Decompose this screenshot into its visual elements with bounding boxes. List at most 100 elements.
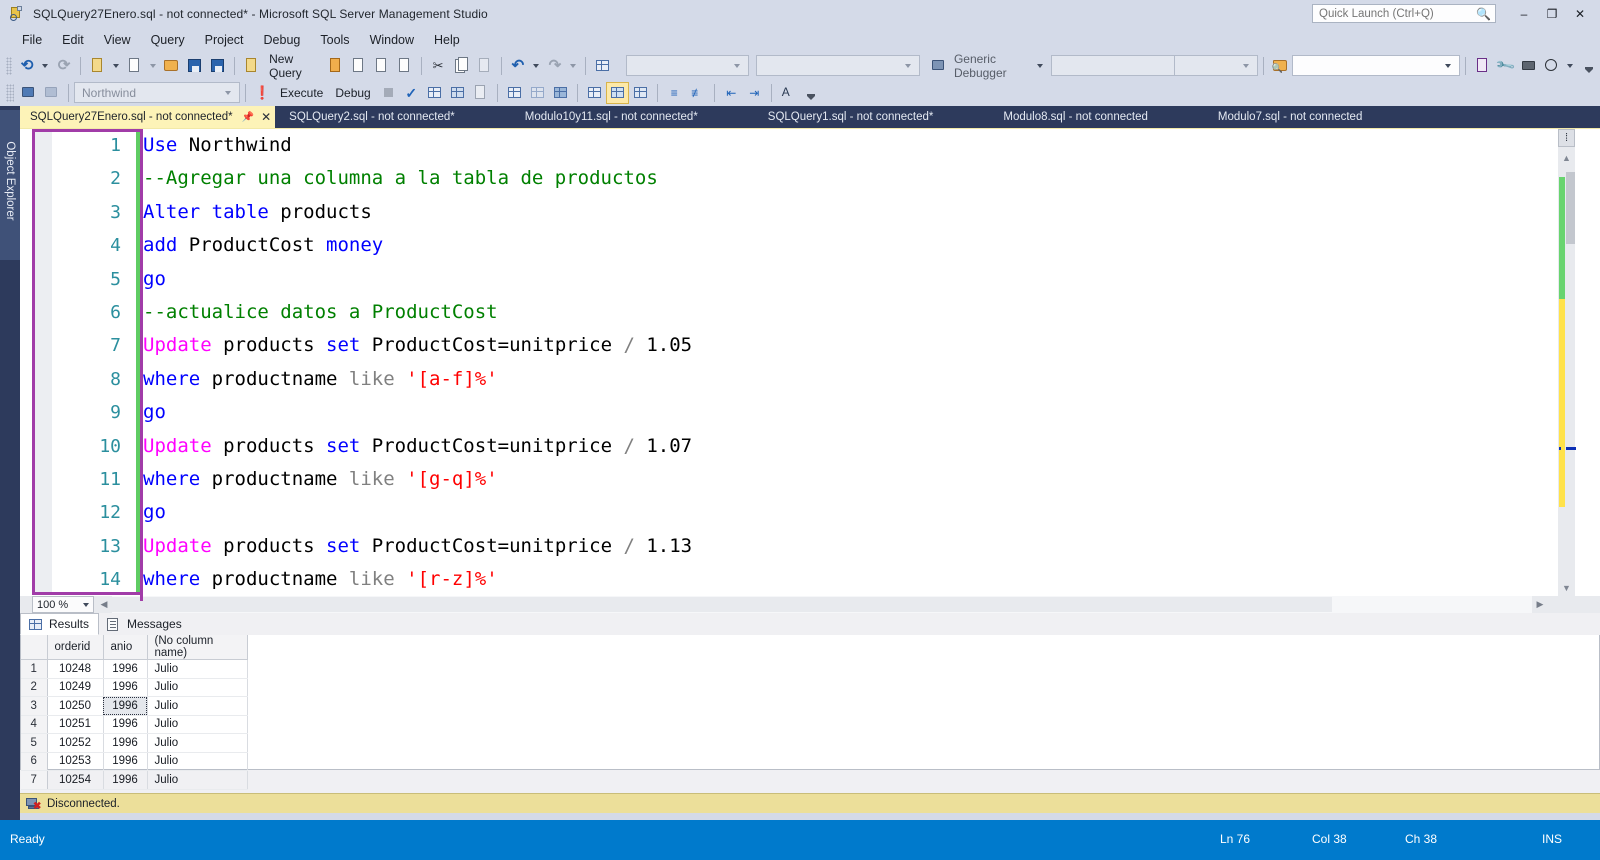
add-new-item-icon[interactable] — [123, 55, 146, 77]
cell-no-column-name[interactable]: Julio — [147, 715, 248, 734]
toolbar-grip[interactable] — [6, 83, 14, 102]
editor-line[interactable]: 7 Update products set ProductCost=unitpri… — [20, 329, 1533, 362]
row-number[interactable]: 3 — [21, 696, 48, 716]
navigate-back-dropdown-icon[interactable] — [42, 63, 49, 68]
editor-line[interactable]: 8 where productname like '[a-f]%' — [20, 363, 1533, 396]
open-file-icon[interactable] — [160, 55, 183, 77]
document-tab-sqlquery2[interactable]: SQLQuery2.sql - not connected* — [275, 106, 515, 128]
cell-anio[interactable]: 1996 — [103, 715, 148, 734]
toolbar-overflow-icon[interactable] — [800, 82, 823, 104]
results-to-window-icon[interactable] — [629, 82, 652, 104]
navigate-forward-icon[interactable]: ⟳ — [52, 55, 75, 77]
parse-check-icon[interactable]: ✓ — [400, 82, 423, 104]
row-number[interactable]: 7 — [21, 770, 48, 790]
debug-thread-combo[interactable] — [755, 55, 921, 76]
menu-tools[interactable]: Tools — [310, 31, 359, 49]
row-number[interactable]: 5 — [21, 733, 48, 753]
editor-line[interactable]: 4 add ProductCost money — [20, 229, 1533, 262]
cell-no-column-name[interactable]: Julio — [147, 770, 248, 790]
column-header[interactable]: orderid — [47, 635, 104, 660]
database-engine-query-icon[interactable] — [324, 55, 347, 77]
row-number[interactable]: 4 — [21, 715, 48, 734]
minimize-button[interactable]: – — [1510, 2, 1538, 26]
execute-button[interactable]: Execute — [274, 82, 329, 104]
cell-anio[interactable]: 1996 — [103, 659, 148, 679]
table-row[interactable]: 5 10252 1996 Julio — [21, 733, 248, 753]
undo-dropdown-icon[interactable] — [533, 63, 540, 68]
query-options-icon[interactable] — [446, 82, 469, 104]
results-to-grid-icon[interactable] — [549, 82, 572, 104]
new-project-icon[interactable] — [86, 55, 109, 77]
editor-line[interactable]: 9 go — [20, 396, 1533, 429]
toolbar-overflow-icon[interactable] — [1577, 55, 1600, 77]
excel-query-icon[interactable] — [1471, 55, 1494, 77]
cell-orderid[interactable]: 10254 — [47, 770, 104, 790]
save-all-icon[interactable] — [206, 55, 229, 77]
table-row[interactable]: 6 10253 1996 Julio — [21, 752, 248, 771]
menu-window[interactable]: Window — [360, 31, 424, 49]
editor-line[interactable]: 3 Alter table products — [20, 196, 1533, 229]
decrease-indent-icon[interactable]: ⇤ — [720, 82, 743, 104]
new-query-button[interactable]: New Query — [263, 52, 324, 80]
editor-line[interactable]: 13 Update products set ProductCost=unitpr… — [20, 530, 1533, 563]
cell-anio[interactable]: 1996 — [103, 696, 148, 716]
include-actual-execution-plan-icon[interactable] — [469, 82, 492, 104]
menu-file[interactable]: File — [12, 31, 52, 49]
editor-line[interactable]: 11 where productname like '[g-q]%' — [20, 463, 1533, 496]
table-row[interactable]: 1 10248 1996 Julio — [21, 659, 248, 679]
debug-button[interactable]: Debug — [329, 82, 376, 104]
cell-no-column-name[interactable]: Julio — [147, 678, 248, 697]
sidebar-item-object-explorer[interactable]: Object Explorer — [0, 110, 20, 260]
toolbar-grip[interactable] — [6, 56, 13, 75]
include-client-statistics-icon[interactable] — [503, 82, 526, 104]
table-row[interactable]: 4 10251 1996 Julio — [21, 715, 248, 734]
cell-orderid[interactable]: 10248 — [47, 659, 104, 679]
debugger-dropdown-icon[interactable] — [1037, 63, 1044, 68]
results-to-grid-active-icon[interactable] — [605, 81, 629, 104]
web-browser-icon[interactable] — [1540, 55, 1563, 77]
find-in-files-icon[interactable]: 🔍 — [1269, 55, 1292, 77]
editor-line[interactable]: 14 where productname like '[r-z]%' — [20, 563, 1533, 595]
menu-project[interactable]: Project — [195, 31, 254, 49]
quick-launch-box[interactable]: 🔍 — [1312, 4, 1496, 23]
cell-no-column-name[interactable]: Julio — [147, 752, 248, 771]
row-number[interactable]: 2 — [21, 678, 48, 697]
cell-orderid[interactable]: 10253 — [47, 752, 104, 771]
editor-code-area[interactable]: 1 Use Northwind 2 --Agregar una columna a l… — [20, 129, 1533, 595]
cell-anio[interactable]: 1996 — [103, 678, 148, 697]
results-grid[interactable]: orderid anio (No column name) 1 10248 1996 Jul… — [20, 635, 1600, 790]
connect-icon[interactable] — [17, 82, 40, 104]
editor-line[interactable]: 10 Update products set ProductCost=unitpr… — [20, 430, 1533, 463]
quick-launch-input[interactable] — [1319, 7, 1477, 20]
editor-line[interactable]: 12 go — [20, 496, 1533, 529]
cell-orderid[interactable]: 10250 — [47, 696, 104, 716]
document-tab-modulo7[interactable]: Modulo7.sql - not connected — [1208, 106, 1372, 128]
wrench-options-icon[interactable]: 🔧 — [1494, 55, 1517, 77]
cell-no-column-name[interactable]: Julio — [147, 659, 248, 679]
column-header[interactable] — [21, 635, 48, 660]
menu-view[interactable]: View — [94, 31, 141, 49]
tab-results[interactable]: Results — [20, 613, 100, 635]
display-estimated-execution-plan-icon[interactable] — [423, 82, 446, 104]
cell-orderid[interactable]: 10252 — [47, 733, 104, 753]
menu-query[interactable]: Query — [141, 31, 195, 49]
xmla-query-icon[interactable] — [393, 55, 416, 77]
cell-no-column-name[interactable]: Julio — [147, 733, 248, 753]
close-icon[interactable]: ✕ — [261, 110, 271, 124]
row-number[interactable]: 1 — [21, 659, 48, 679]
sql-editor[interactable]: 1 Use Northwind 2 --Agregar una columna a l… — [20, 128, 1600, 601]
debug-process-combo[interactable] — [625, 55, 750, 76]
table-row[interactable]: 2 10249 1996 Julio — [21, 678, 248, 697]
pin-icon[interactable]: 📌 — [242, 112, 254, 123]
cell-anio[interactable]: 1996 — [103, 770, 148, 790]
cut-icon[interactable]: ✂ — [427, 55, 450, 77]
row-number[interactable]: 6 — [21, 752, 48, 771]
stop-icon[interactable] — [377, 82, 400, 104]
document-tab-sqlquery1[interactable]: SQLQuery1.sql - not connected* — [758, 106, 994, 128]
scroll-up-arrow-icon[interactable]: ▲ — [1558, 149, 1575, 166]
database-combo[interactable]: Northwind — [74, 82, 240, 103]
undo-icon[interactable]: ↶ — [506, 55, 529, 77]
copy-icon[interactable] — [450, 55, 473, 77]
new-query-icon[interactable] — [240, 55, 263, 77]
editor-scroll-thumb[interactable] — [1566, 172, 1575, 244]
